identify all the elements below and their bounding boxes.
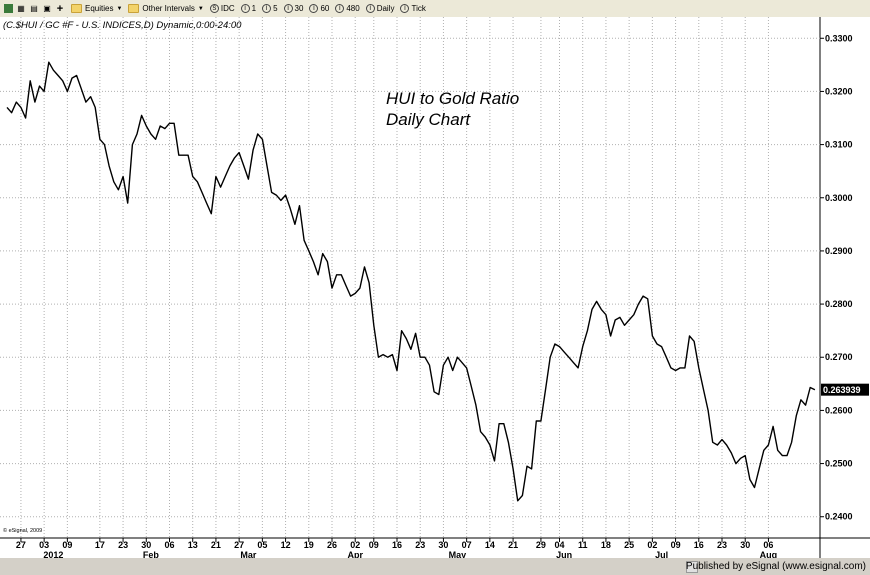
interval-circle-icon: I: [240, 4, 250, 13]
interval-circle-icon: S: [209, 4, 219, 13]
chevron-down-icon: ▼: [116, 5, 123, 12]
x-tick-label: 09: [369, 540, 379, 550]
x-tick-label: 03: [39, 540, 49, 550]
interval-1-button[interactable]: I1: [240, 2, 257, 15]
equities-label: Equities: [85, 4, 114, 13]
y-tick-label: 0.2900: [825, 246, 853, 256]
other-intervals-dropdown[interactable]: Other Intervals ▼: [128, 2, 204, 15]
footer: Published by eSignal (www.esignal.com): [0, 558, 870, 575]
x-tick-label: 16: [694, 540, 704, 550]
interval-60-label: 60: [320, 4, 330, 13]
x-period-label: Feb: [143, 550, 160, 558]
x-tick-label: 06: [164, 540, 174, 550]
x-tick-label: 18: [601, 540, 611, 550]
x-tick-label: 06: [763, 540, 773, 550]
interval-daily-label: Daily: [376, 4, 395, 13]
interval-circle-icon: I: [365, 4, 375, 13]
x-tick-label: 11: [578, 540, 588, 550]
page-icon[interactable]: ▤: [29, 4, 39, 14]
y-tick-label: 0.2500: [825, 459, 853, 469]
interval-daily-button[interactable]: I Daily: [365, 2, 395, 15]
y-tick-label: 0.2400: [825, 512, 853, 522]
x-tick-label: 05: [257, 540, 267, 550]
y-tick-label: 0.3100: [825, 140, 853, 150]
x-period-label: Mar: [240, 550, 257, 558]
x-tick-label: 17: [95, 540, 105, 550]
chart-layout-icon[interactable]: [4, 4, 13, 13]
x-tick-label: 07: [462, 540, 472, 550]
x-tick-label: 23: [415, 540, 425, 550]
interval-30-button[interactable]: I 30: [283, 2, 304, 15]
annotation-line-2: Daily Chart: [386, 110, 471, 129]
interval-60-button[interactable]: I 60: [309, 2, 329, 15]
annotation-line-1: HUI to Gold Ratio: [386, 89, 520, 108]
y-tick-label: 0.3000: [825, 193, 853, 203]
x-period-label: 2012: [43, 550, 63, 558]
x-tick-label: 30: [141, 540, 151, 550]
x-tick-label: 09: [62, 540, 72, 550]
x-period-label: Aug: [760, 550, 778, 558]
toolbar: ▦ ▤ ▣ + Equities ▼ Other Intervals ▼ S IDC …: [0, 0, 870, 18]
x-period-label: May: [449, 550, 467, 558]
x-period-label: Apr: [347, 550, 363, 558]
other-intervals-label: Other Intervals: [142, 4, 195, 13]
esignal-credit: © eSignal, 2009: [3, 528, 43, 534]
x-tick-label: 25: [624, 540, 634, 550]
folder-icon: [128, 4, 140, 13]
x-tick-label: 23: [118, 540, 128, 550]
x-tick-label: 16: [392, 540, 402, 550]
x-tick-label: 23: [717, 540, 727, 550]
y-tick-label: 0.2600: [825, 405, 853, 415]
x-tick-label: 19: [304, 540, 314, 550]
interval-tick-button[interactable]: I Tick: [400, 2, 426, 15]
y-tick-label: 0.3300: [825, 33, 853, 43]
folder-icon: [71, 4, 82, 13]
y-tick-label: 0.2700: [825, 352, 853, 362]
interval-idc-button[interactable]: S IDC: [209, 2, 235, 15]
interval-circle-icon: I: [262, 4, 272, 13]
x-tick-label: 13: [188, 540, 198, 550]
grid-icon[interactable]: ▦: [16, 4, 26, 14]
interval-480-label: 480: [346, 4, 360, 13]
last-value-label: 0.263939: [823, 385, 861, 395]
x-tick-label: 30: [438, 540, 448, 550]
chart-symbol-header: (C.$HUI / GC #F - U.S. INDICES,D) Dynami…: [3, 20, 242, 31]
interval-1-label: 1: [251, 4, 257, 13]
x-tick-label: 14: [485, 540, 495, 550]
x-tick-label: 04: [554, 540, 564, 550]
x-tick-label: 27: [234, 540, 244, 550]
x-tick-label: 02: [350, 540, 360, 550]
interval-30-label: 30: [294, 4, 304, 13]
chevron-down-icon: ▼: [197, 5, 204, 12]
x-period-label: Jun: [556, 550, 572, 558]
x-tick-label: 29: [536, 540, 546, 550]
x-tick-label: 30: [740, 540, 750, 550]
interval-circle-icon: I: [283, 4, 293, 13]
interval-tick-label: Tick: [411, 4, 426, 13]
interval-circle-icon: I: [400, 4, 410, 13]
y-tick-label: 0.2800: [825, 299, 853, 309]
equities-dropdown[interactable]: Equities ▼: [71, 2, 122, 15]
published-by-text: Published by eSignal (www.esignal.com): [685, 561, 866, 572]
x-tick-label: 12: [281, 540, 291, 550]
interval-5-label: 5: [273, 4, 278, 13]
interval-480-button[interactable]: I 480: [335, 2, 360, 15]
chart-panel[interactable]: 0.2400 0.2500 0.2600 0.2700 0.2800 0.2900 0.30…: [0, 17, 870, 558]
x-tick-label: 21: [211, 540, 221, 550]
interval-idc-label: IDC: [220, 4, 235, 13]
interval-circle-icon: I: [335, 4, 345, 13]
chart-annotation: HUI to Gold Ratio Daily Chart: [386, 88, 519, 130]
add-icon[interactable]: +: [55, 3, 65, 15]
x-tick-label: 02: [647, 540, 657, 550]
interval-5-button[interactable]: I5: [262, 2, 278, 15]
x-tick-label: 27: [16, 540, 26, 550]
x-tick-label: 26: [327, 540, 337, 550]
y-tick-label: 0.3200: [825, 86, 853, 96]
x-tick-label: 21: [508, 540, 518, 550]
x-period-label: Jul: [655, 550, 668, 558]
x-tick-label: 09: [671, 540, 681, 550]
interval-circle-icon: I: [309, 4, 319, 13]
copy-icon[interactable]: ▣: [42, 4, 52, 14]
